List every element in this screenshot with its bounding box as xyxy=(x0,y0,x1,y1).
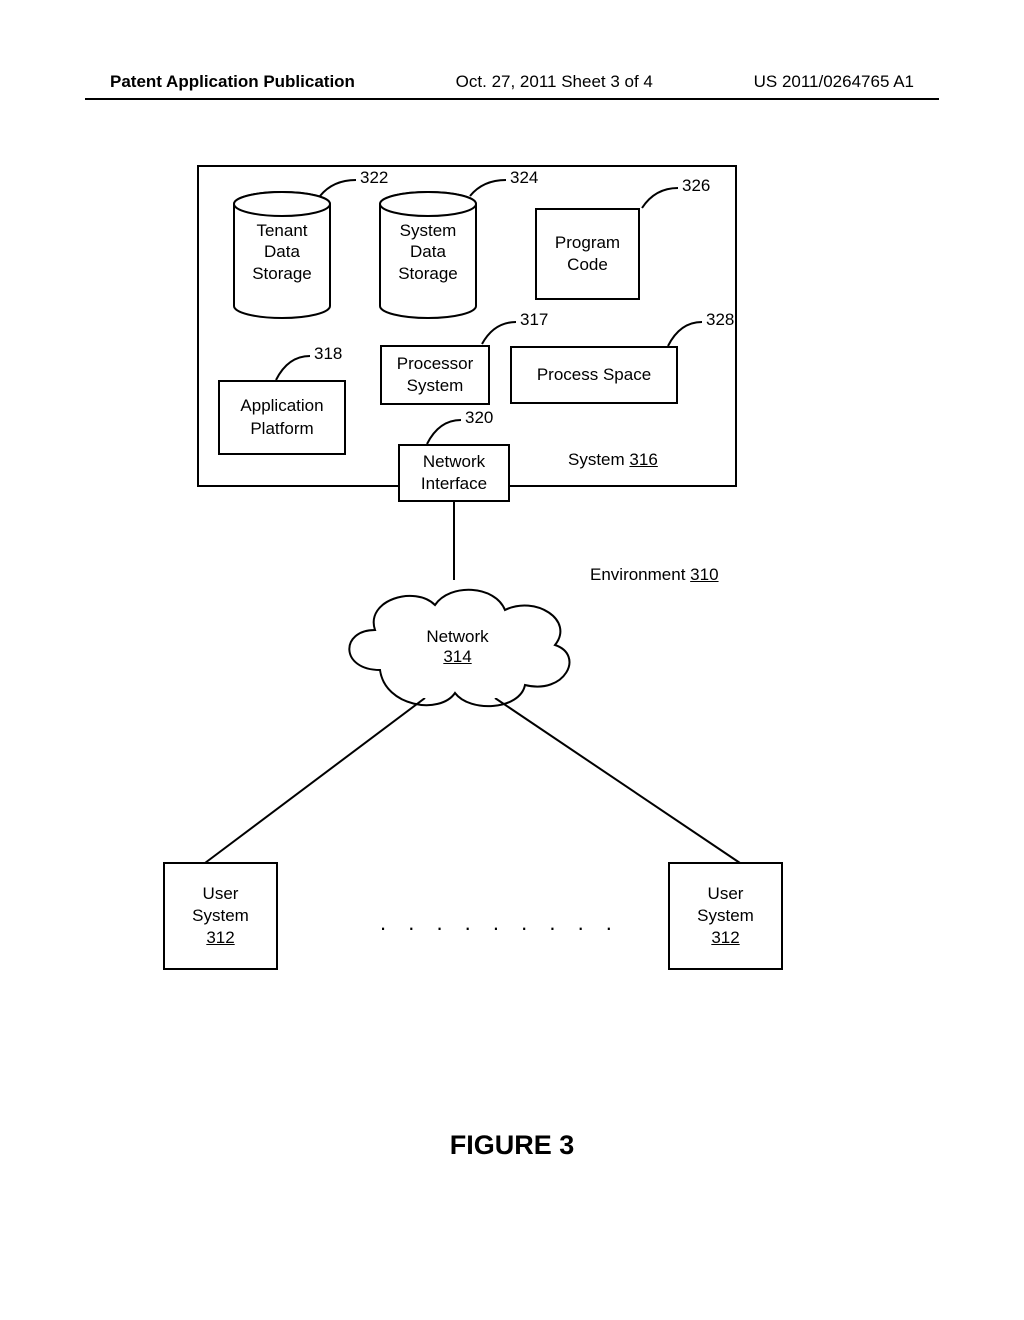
user-system-left-box: User System 312 xyxy=(163,862,278,970)
leader-318 xyxy=(274,354,312,382)
leader-322 xyxy=(318,178,358,198)
diagram-canvas: Tenant Data Storage System Data Storage … xyxy=(0,150,1024,1050)
leader-328 xyxy=(666,320,704,348)
leader-324 xyxy=(468,178,508,198)
leader-326 xyxy=(640,186,680,210)
ref-318: 318 xyxy=(314,344,342,364)
proc-line1: Processor xyxy=(397,353,474,375)
system-data-storage-cylinder: System Data Storage xyxy=(378,190,478,320)
prog-line1: Program xyxy=(555,232,620,254)
user-system-right-box: User System 312 xyxy=(668,862,783,970)
ref-317: 317 xyxy=(520,310,548,330)
application-platform-box: Application Platform xyxy=(218,380,346,455)
network-cloud-label: Network 314 xyxy=(330,627,585,667)
ni-line2: Interface xyxy=(421,473,487,495)
leader-320 xyxy=(425,418,463,446)
network-cloud: Network 314 xyxy=(330,575,585,715)
environment-label: Environment 310 xyxy=(590,565,719,585)
sysdata-line1: System xyxy=(400,221,457,240)
tenant-data-storage-cylinder: Tenant Data Storage xyxy=(232,190,332,320)
page-header: Patent Application Publication Oct. 27, … xyxy=(0,72,1024,92)
prog-line2: Code xyxy=(567,254,608,276)
tenant-line3: Storage xyxy=(252,264,312,283)
leader-317 xyxy=(480,320,518,346)
app-line1: Application xyxy=(240,395,323,417)
processor-system-box: Processor System xyxy=(380,345,490,405)
process-space-label: Process Space xyxy=(537,364,651,386)
ref-324: 324 xyxy=(510,168,538,188)
sysdata-line3: Storage xyxy=(398,264,458,283)
header-center: Oct. 27, 2011 Sheet 3 of 4 xyxy=(456,72,653,92)
ni-line1: Network xyxy=(423,451,485,473)
tenant-line2: Data xyxy=(264,242,300,261)
tenant-line1: Tenant xyxy=(256,221,307,240)
system-316-label: System 316 xyxy=(568,450,658,470)
line-cloud-to-user-left xyxy=(195,698,435,866)
line-ni-to-cloud xyxy=(452,502,456,580)
proc-line2: System xyxy=(407,375,464,397)
ref-328: 328 xyxy=(706,310,734,330)
sysdata-line2: Data xyxy=(410,242,446,261)
ref-326: 326 xyxy=(682,176,710,196)
ref-320: 320 xyxy=(465,408,493,428)
header-right: US 2011/0264765 A1 xyxy=(754,72,914,92)
process-space-box: Process Space xyxy=(510,346,678,404)
program-code-box: Program Code xyxy=(535,208,640,300)
figure-title: FIGURE 3 xyxy=(0,1130,1024,1161)
network-interface-box: Network Interface xyxy=(398,444,510,502)
header-rule xyxy=(85,98,939,100)
header-left: Patent Application Publication xyxy=(110,72,355,92)
app-line2: Platform xyxy=(250,418,313,440)
ref-322: 322 xyxy=(360,168,388,188)
line-cloud-to-user-right xyxy=(490,698,750,866)
ellipsis-dots: . . . . . . . . . xyxy=(380,910,620,936)
